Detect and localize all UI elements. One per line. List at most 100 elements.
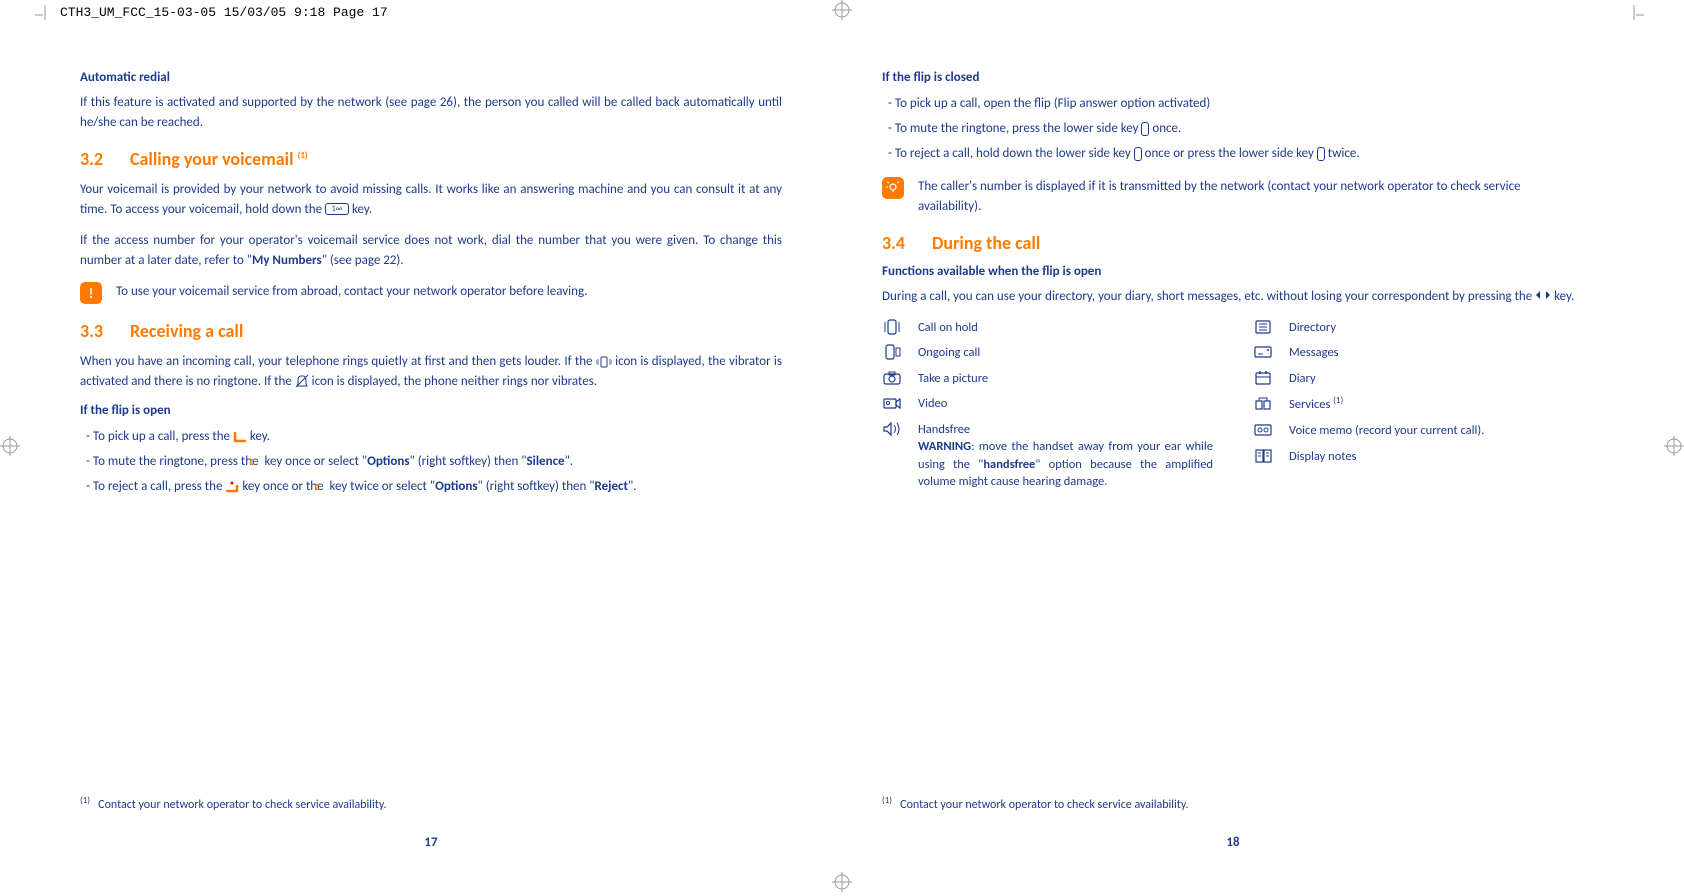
page-num-18: 18: [1226, 835, 1239, 850]
b2e: Silence: [527, 454, 565, 469]
flip-closed-title: If the flip is closed: [882, 70, 1584, 85]
footnote-18: (1) Contact your network operator to che…: [882, 795, 1189, 812]
flip-open-b3: To reject a call, press the key once or …: [80, 476, 782, 498]
b3d: Options: [435, 479, 477, 494]
footnote-text-17: Contact your network operator to check s…: [98, 798, 386, 812]
fn-diary: Diary: [1253, 370, 1584, 388]
fn-call-hold: Call on hold: [882, 319, 1213, 337]
b2b: key once or select ": [262, 454, 368, 469]
crop-mark-bottom: [832, 872, 852, 892]
document-header: CTH3_UM_FCC_15-03-05 15/03/05 9:18 Page …: [60, 5, 388, 20]
bulb-icon: [882, 177, 904, 199]
sec32-p1a: Your voicemail is provided by your netwo…: [80, 182, 782, 217]
fn-picture-label: Take a picture: [918, 370, 1213, 388]
crop-mark-right: [1664, 436, 1684, 456]
fn-voice-memo-label: Voice memo (record your current call).: [1289, 422, 1584, 440]
phone-hold-icon: [882, 319, 902, 335]
camera-icon: [882, 370, 902, 386]
services-label-text: Services: [1289, 398, 1333, 413]
flip-open-title: If the flip is open: [80, 403, 782, 418]
b3c: key twice or select ": [327, 479, 436, 494]
caller-id-tip: The caller's number is displayed if it i…: [882, 177, 1584, 216]
sec32-note: ! To use your voicemail service from abr…: [80, 282, 782, 304]
phone-ongoing-icon: [882, 344, 902, 360]
hf-warn-bold: handsfree: [983, 457, 1035, 472]
section-3-4-num: 3.4: [882, 232, 932, 254]
fn-directory-label: Directory: [1289, 319, 1584, 337]
sec32-p2b: My Numbers: [252, 253, 322, 268]
b3a: To reject a call, press the: [93, 479, 225, 494]
fn-display-notes-label: Display notes: [1289, 448, 1584, 466]
exclamation-icon: !: [80, 282, 102, 304]
section-3-3-num: 3.3: [80, 320, 130, 342]
sec32-p2c: " (see page 22).: [322, 253, 404, 268]
functions-available-title: Functions available when the flip is ope…: [882, 264, 1584, 279]
function-col-1: Call on hold Ongoing call Take a picture…: [882, 319, 1213, 499]
fn-messages: Messages: [1253, 344, 1584, 362]
fn-directory: Directory: [1253, 319, 1584, 337]
c3a: To reject a call, hold down the lower si…: [895, 146, 1134, 161]
diary-icon: [1253, 370, 1273, 386]
fn-diary-label: Diary: [1289, 370, 1584, 388]
directory-icon: [1253, 319, 1273, 335]
crop-mark-left: [0, 436, 20, 456]
sec33-p1c: icon is displayed, the phone neither rin…: [309, 374, 597, 389]
section-3-3-title: Receiving a call: [130, 320, 243, 342]
b3f: Reject: [595, 479, 628, 494]
services-icon: [1253, 395, 1273, 411]
speaker-icon: [882, 421, 902, 437]
call-key-icon: [233, 431, 247, 443]
messages-icon: [1253, 344, 1273, 360]
b3e: " (right softkey) then ": [478, 479, 595, 494]
fn-ongoing: Ongoing call: [882, 344, 1213, 362]
sec33-p1: When you have an incoming call, your tel…: [80, 352, 782, 391]
section-3-4-title: During the call: [932, 232, 1040, 254]
b1a: To pick up a call, press the: [93, 429, 233, 444]
section-3-3-heading: 3.3Receiving a call: [80, 320, 782, 342]
sec32-p2a: If the access number for your operator's…: [80, 233, 782, 268]
b2c: Options: [367, 454, 409, 469]
fn-video: Video: [882, 395, 1213, 413]
fn-handsfree-label: Handsfree WARNING: move the handset away…: [918, 421, 1213, 491]
sec32-note-text: To use your voicemail service from abroa…: [116, 282, 782, 302]
video-icon: [882, 395, 902, 411]
c3b: once or press the lower side key: [1142, 146, 1317, 161]
b2f: ".: [565, 454, 574, 469]
page-num-17: 17: [424, 835, 437, 850]
key-1-icon: 1∞: [325, 203, 349, 215]
function-col-2: Directory Messages Diary Services (1) Vo…: [1253, 319, 1584, 499]
fn-handsfree: Handsfree WARNING: move the handset away…: [882, 421, 1213, 491]
sec33-p1a: When you have an incoming call, your tel…: [80, 354, 596, 369]
flip-open-b2: To mute the ringtone, press the c key on…: [80, 451, 782, 473]
section-3-2-title: Calling your voicemail: [130, 148, 298, 170]
hf-warning: WARNING: [918, 439, 971, 454]
footnote-17: (1) Contact your network operator to che…: [80, 795, 387, 812]
b2d: " (right softkey) then ": [410, 454, 527, 469]
fn-picture: Take a picture: [882, 370, 1213, 388]
c2a: To mute the ringtone, press the lower si…: [895, 121, 1142, 136]
closed-b3: To reject a call, hold down the lower si…: [882, 143, 1584, 165]
flip-closed-list: To pick up a call, open the flip (Flip a…: [882, 93, 1584, 165]
end-key-icon: [225, 481, 239, 493]
fn-services-label: Services (1): [1289, 395, 1584, 414]
services-sup: (1): [1333, 395, 1343, 406]
sec32-p1b: key.: [349, 202, 372, 217]
fn-call-hold-label: Call on hold: [918, 319, 1213, 337]
section-3-4-heading: 3.4During the call: [882, 232, 1584, 254]
footnote-text-18: Contact your network operator to check s…: [900, 798, 1188, 812]
c2b: once.: [1149, 121, 1181, 136]
nav-key-icon: [1535, 287, 1551, 307]
closed-b1: To pick up a call, open the flip (Flip a…: [882, 93, 1584, 115]
b2a: To mute the ringtone, press the: [93, 454, 262, 469]
fn-services: Services (1): [1253, 395, 1584, 414]
flip-open-b1: To pick up a call, press the key.: [80, 426, 782, 448]
sec32-p1: Your voicemail is provided by your netwo…: [80, 180, 782, 219]
footnote-sup-17: (1): [80, 795, 90, 806]
fn-ongoing-label: Ongoing call: [918, 344, 1213, 362]
page-18: If the flip is closed To pick up a call,…: [822, 30, 1644, 862]
flip-open-list: To pick up a call, press the key. To mut…: [80, 426, 782, 498]
closed-b2: To mute the ringtone, press the lower si…: [882, 118, 1584, 140]
fn-display-notes: Display notes: [1253, 448, 1584, 466]
b3g: ".: [628, 479, 637, 494]
mute-icon: [295, 374, 309, 388]
